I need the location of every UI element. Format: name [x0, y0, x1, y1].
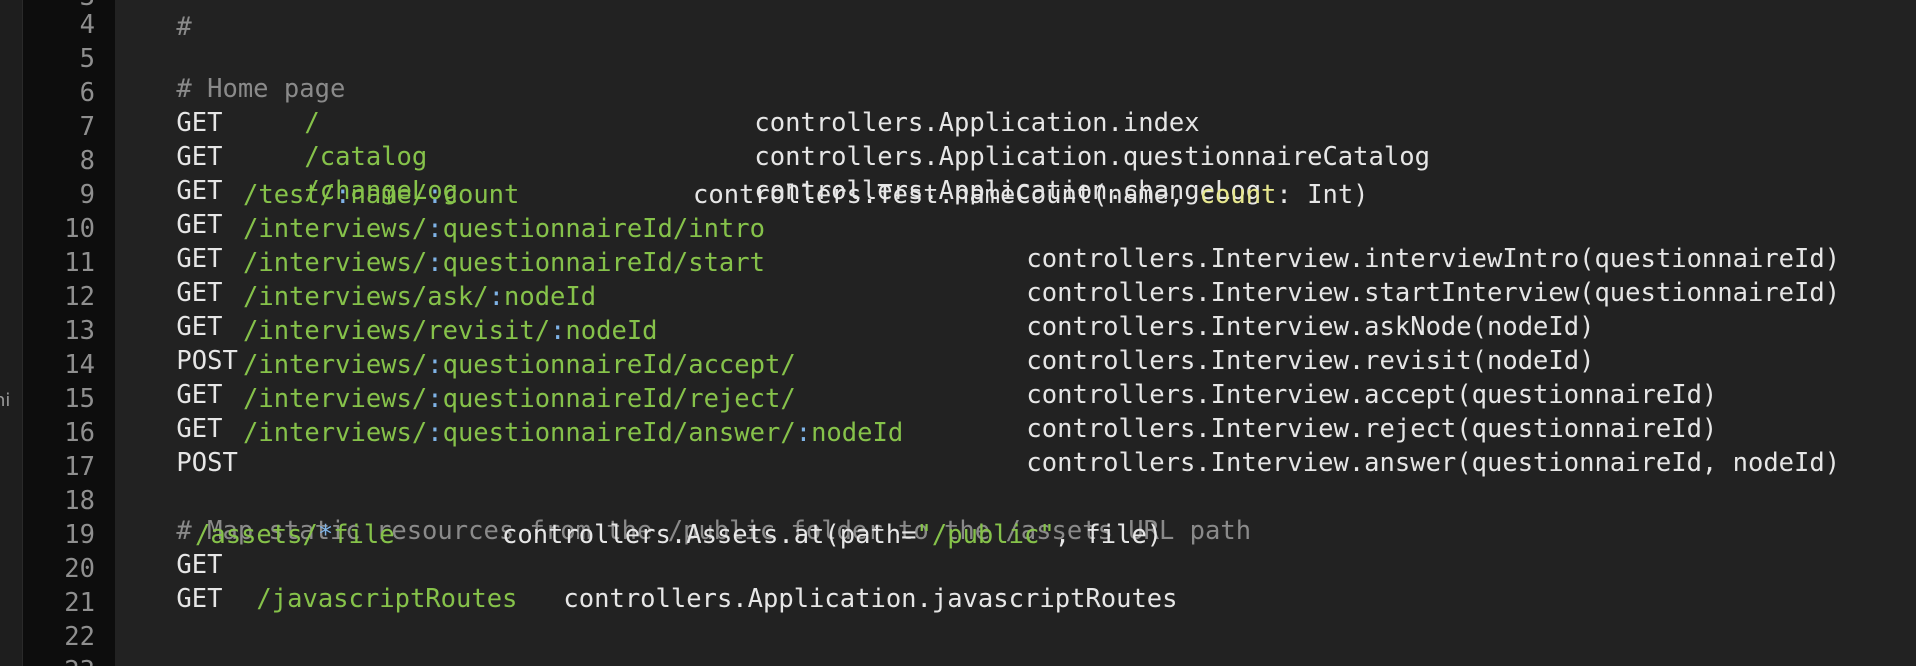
line-number: 20 [64, 554, 95, 584]
line-number: 17 [64, 452, 95, 482]
route-path: /interviews/:questionnaireId/intro [243, 214, 765, 244]
code-editor[interactable]: # # Home page GET / controllers.Applicat… [115, 0, 1916, 666]
line-number: 11 [64, 248, 95, 278]
route-path: /interviews/ask/:nodeId [243, 282, 597, 312]
route-path: /interviews/:questionnaireId/accept/ [243, 350, 796, 380]
route-action: controllers.Application.javascriptRoutes [563, 584, 1178, 614]
route-path: /interviews/:questionnaireId/start [243, 248, 765, 278]
line-number: 21 [64, 588, 95, 618]
line-number: 9 [79, 180, 95, 210]
line-number: 16 [64, 418, 95, 448]
route-action: controllers.Test.nameCount(name, count: … [693, 180, 1369, 210]
line-number: 18 [64, 486, 95, 516]
line-number: 4 [79, 10, 95, 40]
route-path: /test/:name/:count [243, 180, 520, 210]
line-number: 6 [79, 78, 95, 108]
route-path: /javascriptRoutes [256, 584, 518, 614]
route-path: /interviews/:questionnaireId/reject/ [243, 384, 796, 414]
line-number: 10 [64, 214, 95, 244]
line-number-gutter: 3 4 5 6 7 8 9 10 11 12 13 14 15 16 17 18… [23, 0, 115, 666]
route-action: controllers.Assets.at(path="/public", fi… [502, 520, 1163, 550]
route-path: /assets/*file [195, 520, 395, 550]
line-number: 19 [64, 520, 95, 550]
route-path: /interviews/revisit/:nodeId [243, 316, 658, 346]
line-number: 15 [64, 384, 95, 414]
line-number: 23 [15, 656, 95, 666]
line-number: 14 [64, 350, 95, 380]
line-number: 12 [64, 282, 95, 312]
comment: # [176, 12, 192, 42]
line-number: 7 [79, 112, 95, 142]
route-path: /interviews/:questionnaireId/answer/:nod… [243, 418, 904, 448]
line-number: 13 [64, 316, 95, 346]
line-number: 22 [64, 622, 95, 652]
line-number: 5 [79, 44, 95, 74]
line-number: 8 [79, 146, 95, 176]
http-verb: POST [176, 448, 238, 478]
